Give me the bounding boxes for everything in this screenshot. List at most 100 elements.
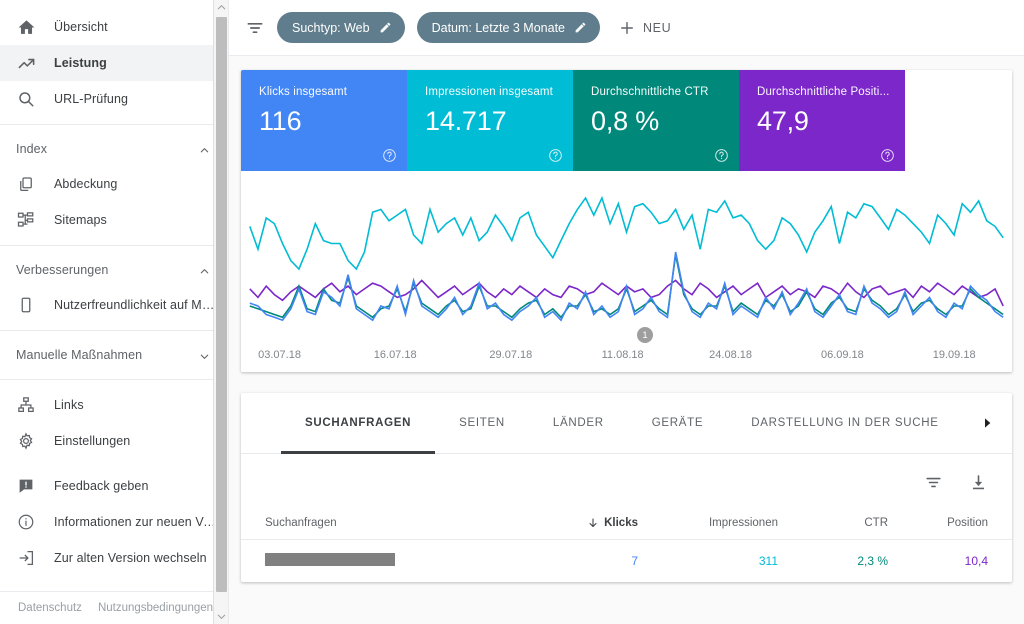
sidebar-item-nutzerfreundlichkeit[interactable]: Nutzerfreundlichkeit auf Mo... (0, 287, 228, 323)
tab-l-nder[interactable]: LÄNDER (529, 393, 628, 454)
sidebar-item-alte-version[interactable]: Zur alten Version wechseln (0, 540, 228, 576)
chevron-up-icon (199, 265, 210, 276)
sidebar-item-label: Übersicht (54, 20, 108, 34)
sidebar-item-sitemaps[interactable]: Sitemaps (0, 202, 228, 238)
sidebar-item-label: Nutzerfreundlichkeit auf Mo... (54, 298, 216, 312)
column-header-position[interactable]: Position (888, 517, 988, 529)
chart-x-axis: 1 03.07.18 16.07.18 29.07.18 11.08.18 24.08.… (241, 327, 1012, 372)
sidebar-item-einstellungen[interactable]: Einstellungen (0, 423, 228, 459)
filter-bar: Suchtyp: Web Datum: Letzte 3 Monate NEU (229, 0, 1024, 56)
sidebar-item-feedback[interactable]: Feedback geben (0, 468, 228, 504)
sidebar-group-verbesserungen[interactable]: Verbesserungen (0, 253, 228, 287)
sidebar-item-url-pruefung[interactable]: URL-Prüfung (0, 81, 228, 117)
tab-ger-te[interactable]: GERÄTE (628, 393, 728, 454)
sidebar-item-informationen[interactable]: Informationen zur neuen Ver... (0, 504, 228, 540)
sidebar-top-spacer (0, 0, 228, 9)
chevron-right-icon[interactable] (978, 414, 996, 432)
privacy-link[interactable]: Datenschutz (18, 602, 82, 614)
sidebar-item-links[interactable]: Links (0, 387, 228, 423)
performance-chart[interactable] (241, 171, 1012, 327)
chevron-up-icon (199, 144, 210, 155)
help-icon[interactable] (382, 148, 397, 163)
sidebar-scrollbar[interactable] (213, 0, 228, 624)
metric-value: 47,9 (757, 106, 809, 136)
metric-value: 0,8 % (591, 106, 660, 136)
column-header-suchanfragen[interactable]: Suchanfragen (265, 517, 518, 529)
chip-datum[interactable]: Datum: Letzte 3 Monate (416, 12, 600, 43)
metric-tile-klicks[interactable]: Klicks insgesamt 116 (241, 70, 407, 171)
app-root: Übersicht Leistung URL-Prüfung Index Abd… (0, 0, 1024, 624)
chart-series-impressionen (250, 198, 1003, 269)
exit-icon (16, 548, 36, 568)
chart-svg (241, 171, 1012, 327)
sidebar-divider (0, 330, 228, 331)
help-icon[interactable] (880, 148, 895, 163)
sidebar-item-label: URL-Prüfung (54, 92, 129, 106)
pencil-icon[interactable] (379, 21, 392, 34)
sidebar-item-leistung[interactable]: Leistung (0, 45, 228, 81)
metric-label: Klicks insgesamt (259, 86, 348, 98)
column-header-impressionen[interactable]: Impressionen (638, 517, 778, 529)
sidebar-item-abdeckung[interactable]: Abdeckung (0, 166, 228, 202)
content-area: Klicks insgesamt 116 Impressionen insges… (229, 56, 1024, 624)
tab-suchanfragen[interactable]: SUCHANFRAGEN (281, 393, 436, 454)
chart-tick-label: 19.09.18 (932, 349, 976, 361)
table-header: Suchanfragen Klicks Impressionen CTR Pos… (241, 496, 1012, 540)
scroll-down-arrow-icon[interactable] (214, 609, 229, 624)
scroll-up-arrow-icon[interactable] (214, 0, 229, 15)
main-content: Suchtyp: Web Datum: Letzte 3 Monate NEU (229, 0, 1024, 624)
sidebar-item-uebersicht[interactable]: Übersicht (0, 9, 228, 45)
search-icon (16, 89, 36, 109)
filter-icon[interactable] (245, 18, 265, 38)
performance-card: Klicks insgesamt 116 Impressionen insges… (241, 70, 1012, 372)
chip-label: Suchtyp: Web (292, 20, 370, 35)
column-header-klicks[interactable]: Klicks (518, 517, 638, 529)
details-tabs: SUCHANFRAGEN SEITEN LÄNDER GERÄTE DARSTELLUN… (241, 393, 1012, 454)
trending-up-icon (16, 53, 36, 73)
sidebar-divider (0, 245, 228, 246)
metric-tile-impressionen[interactable]: Impressionen insgesamt 14.717 (407, 70, 573, 171)
chart-annotation-badge[interactable]: 1 (637, 327, 653, 343)
sidebar-item-label: Feedback geben (54, 479, 149, 493)
sidebar-group-title: Manuelle Maßnahmen (16, 348, 143, 362)
links-icon (16, 395, 36, 415)
metric-tile-position[interactable]: Durchschnittliche Positi... 47,9 (739, 70, 905, 171)
metric-tiles: Klicks insgesamt 116 Impressionen insges… (241, 70, 1012, 171)
new-filter-label: NEU (643, 20, 672, 35)
table-filter-button[interactable] (924, 473, 943, 492)
sidebar-group-manuelle-massnahmen[interactable]: Manuelle Maßnahmen (0, 338, 228, 372)
pencil-icon[interactable] (574, 21, 587, 34)
chart-tick-label: 11.08.18 (601, 349, 644, 361)
terms-link[interactable]: Nutzungsbedingungen (98, 602, 213, 614)
metric-label: Durchschnittliche Positi... (757, 86, 890, 98)
mobile-icon (16, 295, 36, 315)
pages-icon (16, 174, 36, 194)
sidebar-item-label: Links (54, 398, 84, 412)
tab-darstellung-in-der-suche[interactable]: DARSTELLUNG IN DER SUCHE (727, 393, 962, 454)
sidebar: Übersicht Leistung URL-Prüfung Index Abd… (0, 0, 229, 624)
cell-ctr: 2,3 % (857, 554, 888, 568)
gear-icon (16, 431, 36, 451)
cell-suchanfrage (265, 553, 518, 569)
chip-suchtyp[interactable]: Suchtyp: Web (277, 12, 405, 43)
metric-label: Impressionen insgesamt (425, 86, 553, 98)
sidebar-footer: Datenschutz Nutzungsbedingungen (0, 591, 228, 624)
sidebar-group-index[interactable]: Index (0, 132, 228, 166)
new-filter-button[interactable]: NEU (612, 19, 671, 37)
feedback-icon (16, 476, 36, 496)
sidebar-item-label: Informationen zur neuen Ver... (54, 515, 216, 529)
table-row[interactable]: 7 311 2,3 % 10,4 (241, 540, 1012, 582)
table-toolbar (241, 454, 1012, 496)
metric-tile-ctr[interactable]: Durchschnittliche CTR 0,8 % (573, 70, 739, 171)
details-card: SUCHANFRAGEN SEITEN LÄNDER GERÄTE DARSTELLUN… (241, 393, 1012, 582)
tab-seiten[interactable]: SEITEN (435, 393, 529, 454)
chart-tick-label: 24.08.18 (709, 349, 752, 361)
home-icon (16, 17, 36, 37)
column-header-ctr[interactable]: CTR (778, 517, 888, 529)
help-icon[interactable] (714, 148, 729, 163)
chip-label: Datum: Letzte 3 Monate (431, 20, 565, 35)
table-download-button[interactable] (969, 473, 988, 492)
scrollbar-thumb[interactable] (215, 17, 227, 592)
chart-tick-label: 06.09.18 (820, 349, 864, 361)
help-icon[interactable] (548, 148, 563, 163)
